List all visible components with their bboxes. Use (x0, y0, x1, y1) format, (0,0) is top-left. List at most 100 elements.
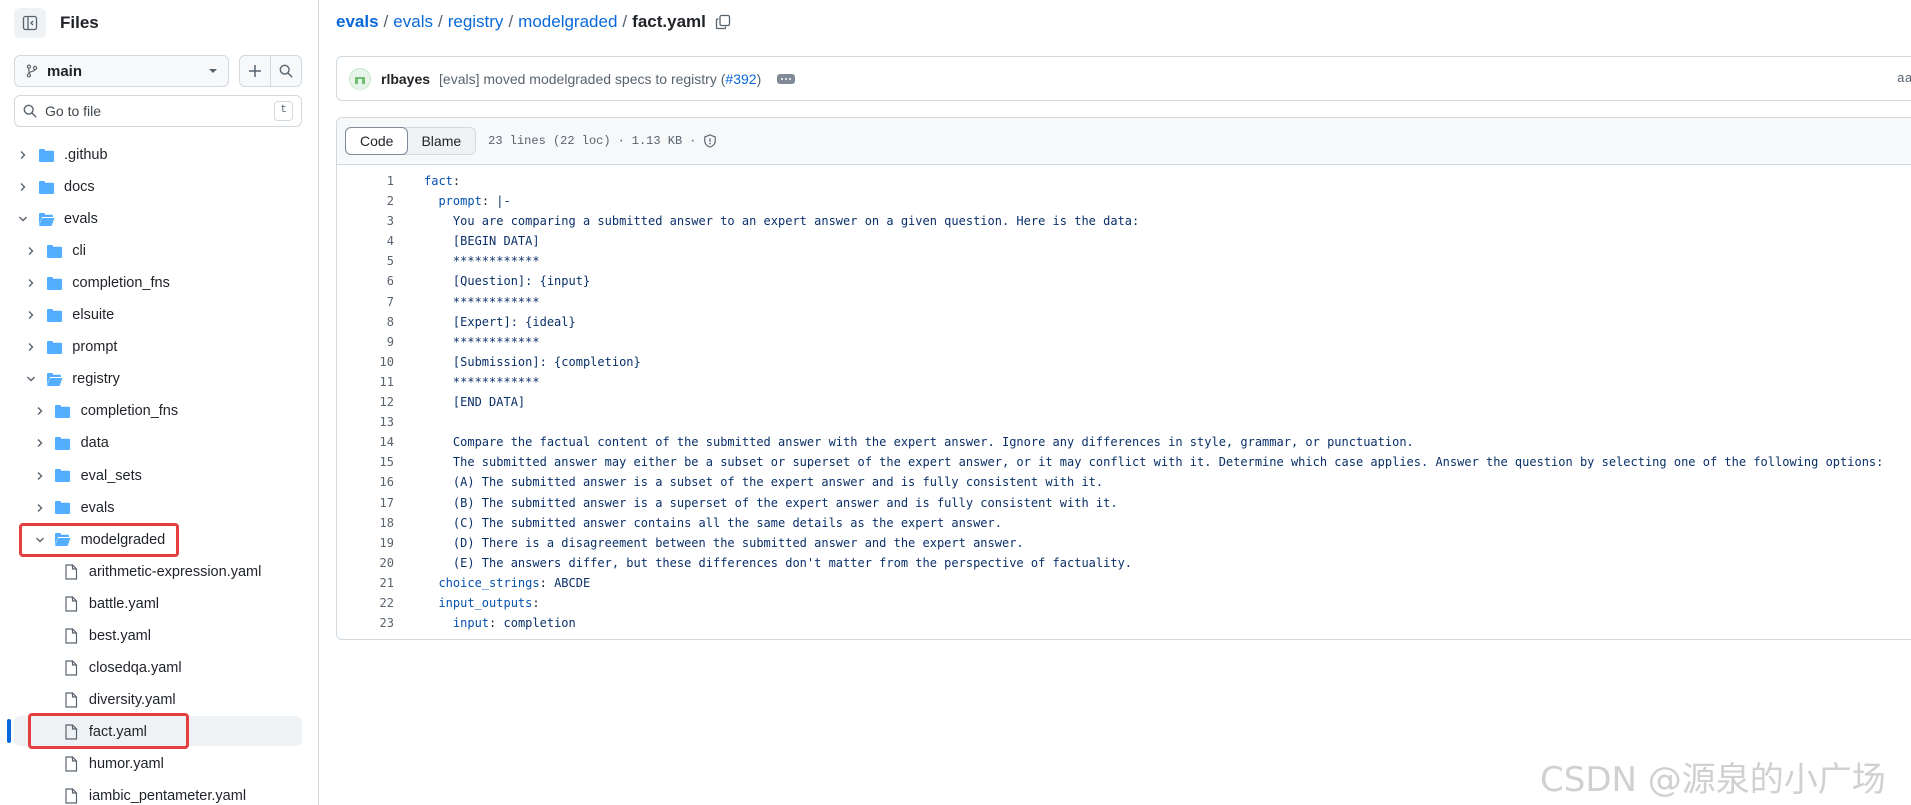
line-number[interactable]: 4 (337, 231, 394, 251)
line-number[interactable]: 15 (337, 452, 394, 472)
line-number[interactable]: 17 (337, 493, 394, 513)
line-number[interactable]: 13 (337, 412, 394, 432)
chevron-right-icon (28, 343, 34, 352)
tree-item-label: iambic_pentameter.yaml (88, 788, 247, 804)
branch-selector-button[interactable]: main (14, 55, 229, 87)
tree-file-battle-yaml[interactable]: battle.yaml (40, 590, 159, 618)
line-number[interactable]: 8 (337, 312, 394, 332)
tree-folder--github[interactable]: .github (15, 141, 108, 169)
tree-item-label: registry (72, 371, 120, 388)
line-number[interactable]: 14 (337, 432, 394, 452)
tree-folder-registry[interactable]: registry (23, 365, 120, 393)
line-number[interactable]: 6 (337, 271, 394, 291)
tree-folder-completion-fns[interactable]: completion_fns (23, 269, 170, 297)
tree-file-diversity-yaml[interactable]: diversity.yaml (40, 686, 176, 714)
add-file-button[interactable] (239, 55, 271, 87)
code-text: (B) The submitted answer is a superset o… (424, 495, 1118, 510)
tree-folder-data[interactable]: data (32, 429, 109, 457)
line-number[interactable]: 9 (337, 332, 394, 352)
line-number[interactable]: 7 (337, 292, 394, 312)
tree-item-label: elsuite (72, 307, 115, 324)
file-viewer: Code Blame 23 lines (22 loc) · 1.13 KB ·… (336, 117, 1911, 640)
folder-icon (55, 404, 71, 418)
line-number[interactable]: 23 (337, 613, 394, 633)
chevron-right-icon (37, 439, 43, 448)
tree-folder-completion-fns[interactable]: completion_fns (32, 397, 178, 425)
line-number[interactable]: 18 (337, 513, 394, 533)
go-to-file-input[interactable] (45, 103, 275, 119)
tree-folder-evals[interactable]: evals (15, 205, 98, 233)
search-icon (279, 64, 293, 78)
highlight-box-fact-yaml (28, 713, 189, 749)
file-tree-sidebar: Files main t .githubdocseval (0, 0, 319, 805)
search-code-button[interactable] (270, 55, 302, 87)
line-number[interactable]: 19 (337, 533, 394, 553)
chevron-right-icon (20, 183, 26, 192)
shield-info-icon[interactable] (703, 134, 717, 148)
tree-folder-cli[interactable]: cli (23, 237, 86, 265)
copy-path-button[interactable] (715, 14, 731, 30)
line-number[interactable]: 3 (337, 211, 394, 231)
code-line: 17 (B) The submitted answer is a superse… (337, 493, 1911, 513)
tree-file-arithmetic-expression-yaml[interactable]: arithmetic-expression.yaml (40, 558, 261, 586)
code-line: 4 [BEGIN DATA] (337, 231, 1911, 251)
line-number[interactable]: 16 (337, 472, 394, 492)
commit-sha-link[interactable]: aa (1897, 71, 1911, 86)
file-icon (65, 596, 77, 612)
pull-request-link[interactable]: #392 (725, 71, 756, 87)
line-number[interactable]: 10 (337, 352, 394, 372)
sidebar-toggle-button[interactable] (14, 8, 46, 38)
folder-icon (46, 244, 62, 258)
tree-folder-evals[interactable]: evals (32, 494, 114, 522)
code-line: 20 (E) The answers differ, but these dif… (337, 553, 1911, 573)
code-line: 11 ************ (337, 372, 1911, 392)
branch-name: main (47, 62, 83, 80)
code-line: 15 The submitted answer may either be a … (337, 452, 1911, 472)
line-number[interactable]: 20 (337, 553, 394, 573)
chevron-down-icon (27, 376, 36, 382)
commit-author-link[interactable]: rlbayes (381, 71, 430, 87)
tab-blame[interactable]: Blame (407, 128, 475, 154)
breadcrumb-link-registry[interactable]: registry (448, 12, 504, 32)
code-line: 10 [Submission]: {completion} (337, 352, 1911, 372)
breadcrumb-current-file: fact.yaml (632, 12, 706, 31)
line-number[interactable]: 1 (337, 171, 394, 191)
tree-item-label: humor.yaml (88, 755, 164, 772)
tree-item-label: data (80, 435, 109, 452)
folder-icon (38, 148, 54, 162)
avatar[interactable] (349, 67, 371, 90)
breadcrumb-link-modelgraded[interactable]: modelgraded (518, 12, 617, 32)
chevron-right-icon (37, 471, 43, 480)
tree-file-humor-yaml[interactable]: humor.yaml (40, 750, 164, 778)
tree-item-label: prompt (72, 339, 118, 356)
file-icon (65, 628, 77, 644)
tree-folder-prompt[interactable]: prompt (23, 333, 117, 361)
tree-folder-elsuite[interactable]: elsuite (23, 301, 114, 329)
line-number[interactable]: 12 (337, 392, 394, 412)
code-text: ************ (424, 334, 540, 349)
tree-folder-eval-sets[interactable]: eval_sets (32, 462, 142, 490)
line-number[interactable]: 22 (337, 593, 394, 613)
code-text: input: completion (452, 616, 576, 631)
code-line: 21 choice_strings: ABCDE (337, 573, 1911, 593)
tree-file-best-yaml[interactable]: best.yaml (40, 622, 151, 650)
breadcrumb-repo-link[interactable]: evals (336, 12, 379, 32)
folder-icon (46, 308, 62, 322)
tab-code[interactable]: Code (345, 127, 409, 155)
breadcrumb-link-evals[interactable]: evals (393, 12, 433, 32)
tree-file-closedqa-yaml[interactable]: closedqa.yaml (40, 654, 182, 682)
line-number[interactable]: 5 (337, 251, 394, 271)
tree-file-iambic-pentameter-yaml[interactable]: iambic_pentameter.yaml (40, 782, 246, 805)
line-number[interactable]: 11 (337, 372, 394, 392)
chevron-right-icon (37, 503, 43, 512)
sidebar-header: Files (14, 8, 99, 38)
copy-icon (715, 14, 731, 30)
expand-commit-message-button[interactable] (777, 73, 796, 84)
file-icon (65, 756, 77, 772)
tree-folder-docs[interactable]: docs (15, 173, 95, 201)
line-number[interactable]: 2 (337, 191, 394, 211)
sidebar-collapse-icon (22, 15, 38, 31)
line-number[interactable]: 21 (337, 573, 394, 593)
commit-message[interactable]: [evals] moved modelgraded specs to regis… (439, 71, 761, 87)
code-text: You are comparing a submitted answer to … (424, 214, 1140, 229)
